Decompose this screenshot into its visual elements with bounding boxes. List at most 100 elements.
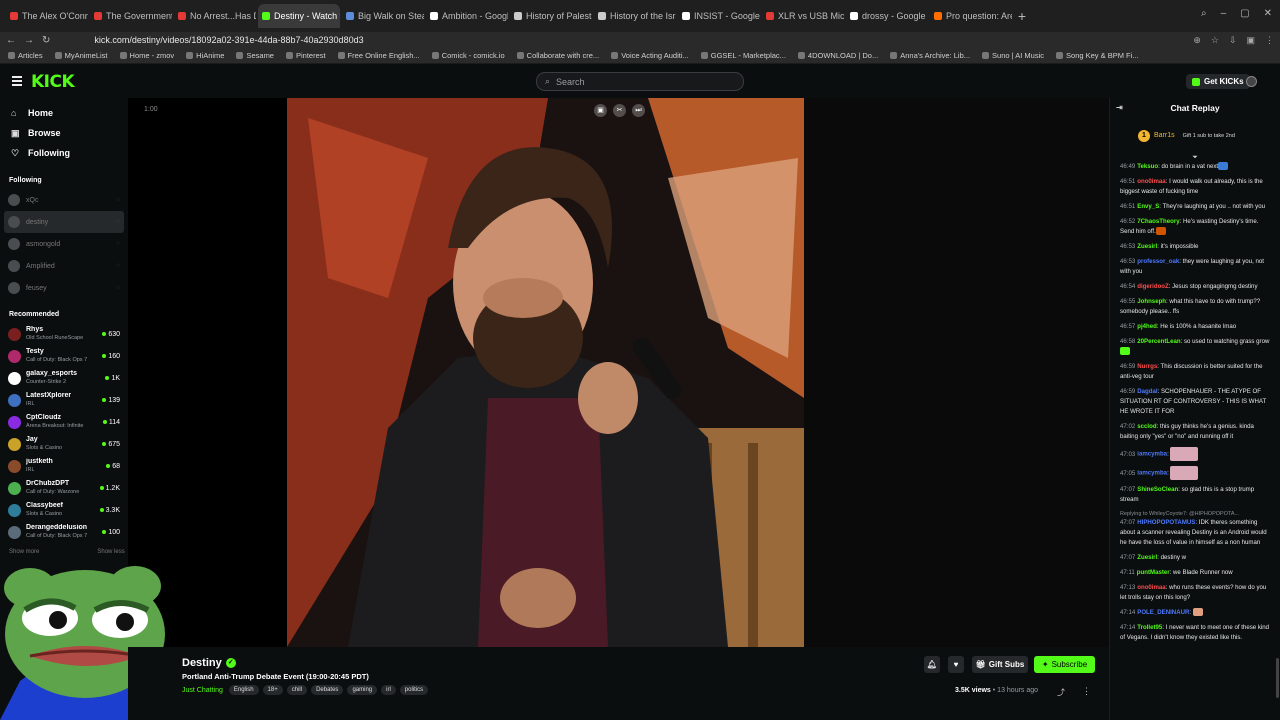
sidebar-item-following[interactable]: ♡ Following xyxy=(0,143,128,163)
sidebar-item-browse[interactable]: ▣ Browse xyxy=(0,123,128,143)
menu-hamburger-icon[interactable] xyxy=(12,76,22,88)
browser-tab[interactable]: The Government Shutdown xyxy=(90,4,172,28)
recommended-item[interactable]: Jay Slots & Casino 675 xyxy=(0,433,128,455)
show-less-link[interactable]: Show less xyxy=(97,549,124,555)
message-username[interactable]: Envy_S xyxy=(1137,203,1159,210)
channel-name-row[interactable]: Destiny ✓ xyxy=(182,657,236,669)
browser-tab[interactable]: drossy - Google Search xyxy=(846,4,928,28)
browser-tab[interactable]: INSIST - Google Search xyxy=(678,4,760,28)
message-username[interactable]: Trollet95 xyxy=(1137,624,1162,631)
download-icon[interactable]: ⇩ xyxy=(1229,35,1237,46)
bookmark-item[interactable]: HiAnime xyxy=(186,51,224,60)
tag-chip[interactable]: chill xyxy=(286,685,308,695)
bookmark-item[interactable]: Sesame xyxy=(236,51,274,60)
extensions-icon[interactable]: ▣ xyxy=(1246,35,1255,46)
message-username[interactable]: ono0imaa xyxy=(1137,584,1165,591)
message-username[interactable]: puntMaster xyxy=(1137,569,1170,576)
message-username[interactable]: pj4hed xyxy=(1137,323,1157,330)
tag-chip[interactable]: Debates xyxy=(311,685,344,695)
channel-name[interactable]: Destiny xyxy=(182,657,222,669)
minimize-icon[interactable]: – xyxy=(1221,8,1227,19)
bookmark-item[interactable]: Home - zmov xyxy=(119,51,174,60)
recommended-item[interactable]: LatestXplorer IRL 139 xyxy=(0,389,128,411)
skip-icon[interactable]: ⏭ xyxy=(632,104,645,117)
reload-icon[interactable]: ↻ xyxy=(42,35,50,46)
video-player[interactable]: 1:00 ▣ ✂ ⏭ xyxy=(128,98,1109,647)
bookmark-item[interactable]: Free Online English... xyxy=(337,51,420,60)
browser-tab[interactable]: History of the Israeli–Pale xyxy=(594,4,676,28)
recommended-item[interactable]: Testy Call of Duty: Black Ops 7 160 xyxy=(0,345,128,367)
address-bar[interactable]: kick.com/destiny/videos/18092a02-391e-44… xyxy=(94,35,363,45)
browser-tab[interactable]: Pro question: Are all mics xyxy=(930,4,1012,28)
tag-chip[interactable]: 18+ xyxy=(262,685,283,695)
message-username[interactable]: iamcymba xyxy=(1137,451,1167,458)
close-window-icon[interactable]: ✕ xyxy=(1264,8,1272,19)
bookmark-item[interactable]: MyAnimeList xyxy=(54,51,108,60)
share-icon[interactable]: ⤴ xyxy=(1057,687,1065,698)
message-username[interactable]: Zuesirl xyxy=(1137,554,1157,561)
get-kicks-button[interactable]: Get KICKs xyxy=(1186,74,1250,89)
bookmark-item[interactable]: Voice Acting Auditi... xyxy=(611,51,689,60)
recommended-item[interactable]: CptCloudz Arena Breakout: Infinite 114 xyxy=(0,411,128,433)
pip-icon[interactable]: ▣ xyxy=(594,104,607,117)
back-icon[interactable]: ← xyxy=(6,35,16,46)
clip-icon[interactable]: ✂ xyxy=(613,104,626,117)
new-tab-icon[interactable]: + xyxy=(1014,8,1030,24)
browser-tab[interactable]: Ambition - Google Search xyxy=(426,4,508,28)
recommended-item[interactable]: Derangeddelusion Call of Duty: Black Ops … xyxy=(0,521,128,543)
message-username[interactable]: iamcymba xyxy=(1137,470,1167,477)
profile-avatar-icon[interactable] xyxy=(1246,76,1257,87)
follow-button[interactable]: ♥ xyxy=(948,656,964,673)
bookmark-item[interactable]: GGSEL - Marketplac... xyxy=(700,51,786,60)
recommended-item[interactable]: DrChubzDPT Call of Duty: Warzone 1.2K xyxy=(0,477,128,499)
following-item[interactable]: destiny ◌ xyxy=(4,211,124,233)
subscribe-button[interactable]: ✦ Subscribe xyxy=(1034,656,1095,673)
collapse-chat-icon[interactable]: ⇥ xyxy=(1116,103,1123,112)
message-username[interactable]: ShineSoClean xyxy=(1137,486,1178,493)
filter-icon[interactable]: ⏷ xyxy=(1110,154,1280,162)
message-username[interactable]: scclod xyxy=(1137,423,1156,430)
bookmark-item[interactable]: Song Key & BPM Fi... xyxy=(1056,51,1139,60)
browser-tab[interactable]: The Alex O'Connor Podcast xyxy=(6,4,88,28)
message-username[interactable]: Nurrgs xyxy=(1137,363,1157,370)
maximize-icon[interactable]: ▢ xyxy=(1240,8,1249,19)
bookmark-item[interactable]: Articles xyxy=(8,51,43,60)
bookmark-item[interactable]: Collaborate with cre... xyxy=(516,51,599,60)
more-options-icon[interactable]: ⋮ xyxy=(1082,686,1091,697)
message-username[interactable]: Teksuo xyxy=(1137,163,1158,170)
message-username[interactable]: professor_oak xyxy=(1137,258,1179,265)
install-icon[interactable]: ⊕ xyxy=(1193,35,1201,46)
message-username[interactable]: 20PercentLean xyxy=(1137,338,1180,345)
bookmark-item[interactable]: 4DOWNLOAD | Do... xyxy=(797,51,878,60)
forward-icon[interactable]: → xyxy=(24,35,34,46)
recommended-item[interactable]: Classybeef Slots & Casino 3.3K xyxy=(0,499,128,521)
browser-tab[interactable]: History of Palestine - Wiki xyxy=(510,4,592,28)
show-more-link[interactable]: Show more xyxy=(9,549,39,555)
browser-tab[interactable]: No Arrest...Has Dilvd Ben xyxy=(174,4,256,28)
following-item[interactable]: feusey ◌ xyxy=(0,277,128,299)
following-item[interactable]: Amplified ◌ xyxy=(0,255,128,277)
tag-chip[interactable]: irl xyxy=(381,685,396,695)
recommended-item[interactable]: Rhys Old School RuneScape 630 xyxy=(0,323,128,345)
following-item[interactable]: asmongold ◌ xyxy=(0,233,128,255)
bookmark-item[interactable]: Suno | AI Music xyxy=(982,51,1044,60)
message-username[interactable]: POLE_DENINAUR xyxy=(1137,609,1189,616)
recommended-item[interactable]: justketh IRL 68 xyxy=(0,455,128,477)
message-username[interactable]: ono0imaa xyxy=(1137,178,1165,185)
recommended-item[interactable]: galaxy_esports Counter-Strike 2 1K xyxy=(0,367,128,389)
message-username[interactable]: Zuesirl xyxy=(1137,243,1157,250)
search-input[interactable]: ⌕ Search xyxy=(536,72,744,91)
sidebar-item-home[interactable]: ⌂ Home xyxy=(0,103,128,123)
gift-leaderboard[interactable]: 1 Barr1s Gift 1 sub to take 2nd xyxy=(1110,118,1280,154)
browser-tab[interactable]: XLR vs USB Mic: Which Sh xyxy=(762,4,844,28)
search-tabs-icon[interactable]: ⌕ xyxy=(1201,8,1207,19)
kick-logo[interactable]: KICK xyxy=(31,72,75,92)
message-username[interactable]: digeridooZ xyxy=(1137,283,1168,290)
bookmark-item[interactable]: Anna's Archive: Lib... xyxy=(890,51,970,60)
chat-scrollbar[interactable] xyxy=(1276,658,1279,698)
menu-icon[interactable]: ⋮ xyxy=(1265,35,1274,46)
notification-bell-button[interactable]: 🔔︎ xyxy=(924,656,940,673)
browser-tab[interactable]: Destiny - Watch the Vi xyxy=(258,4,340,28)
category-link[interactable]: Just Chatting xyxy=(182,687,223,694)
message-username[interactable]: Johnseph xyxy=(1137,298,1166,305)
